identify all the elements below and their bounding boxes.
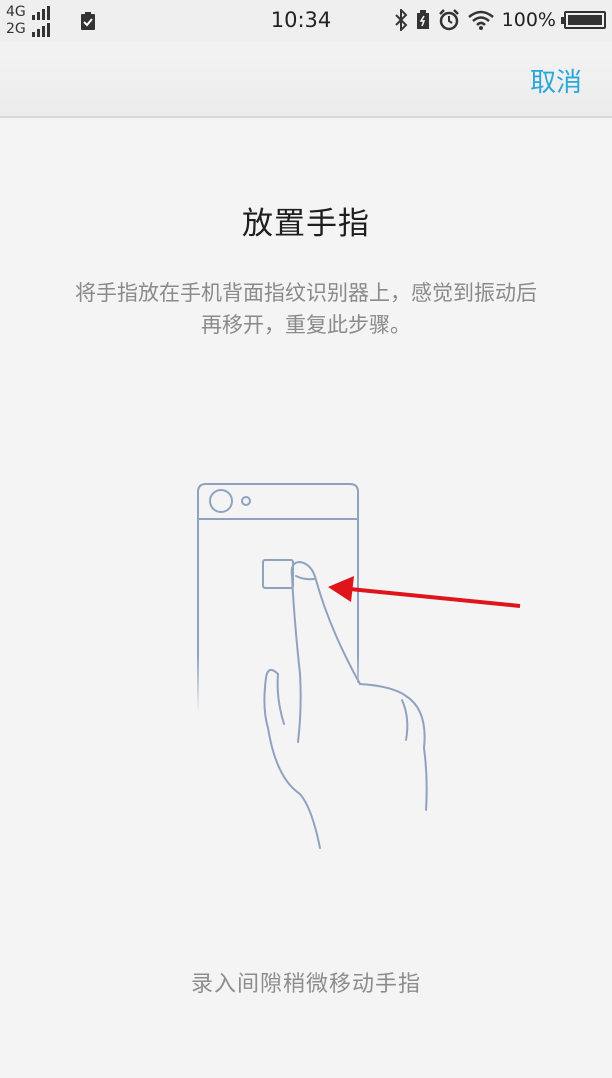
hint-text: 录入间隙稍微移动手指 — [190, 972, 421, 997]
signal-icon-secondary — [32, 23, 50, 37]
clipboard-check-icon — [81, 12, 95, 30]
signal-icon — [32, 6, 50, 20]
instruction-line-1: 将手指放在手机背面指纹识别器上，感觉到振动后 — [75, 281, 537, 305]
top-bar: 取消 — [0, 42, 612, 118]
battery-icon — [561, 11, 606, 29]
fingerprint-sensor-icon — [262, 559, 294, 589]
instruction-line-2: 再移开，重复此步骤。 — [201, 313, 411, 337]
battery-percent: 100% — [501, 9, 556, 31]
arrow-indicator-icon — [328, 576, 521, 608]
status-right-icons: 100% — [394, 8, 606, 32]
network-type-bottom: 2G — [6, 21, 26, 37]
signal-group: 4G 2G — [6, 3, 50, 37]
alarm-icon — [438, 9, 459, 31]
fingerprint-placement-illustration — [197, 483, 428, 849]
page-title: 放置手指 — [242, 206, 370, 242]
status-time: 10:34 — [270, 8, 332, 32]
network-type-top: 4G — [6, 4, 26, 20]
wifi-icon — [467, 10, 494, 30]
bluetooth-icon — [394, 9, 408, 31]
battery-saver-icon — [416, 10, 429, 29]
instruction-text: 将手指放在手机背面指纹识别器上，感觉到振动后 再移开，重复此步骤。 — [16, 277, 596, 341]
status-bar: 4G 2G 10:34 100% — [0, 0, 612, 42]
cancel-button[interactable]: 取消 — [530, 62, 582, 99]
